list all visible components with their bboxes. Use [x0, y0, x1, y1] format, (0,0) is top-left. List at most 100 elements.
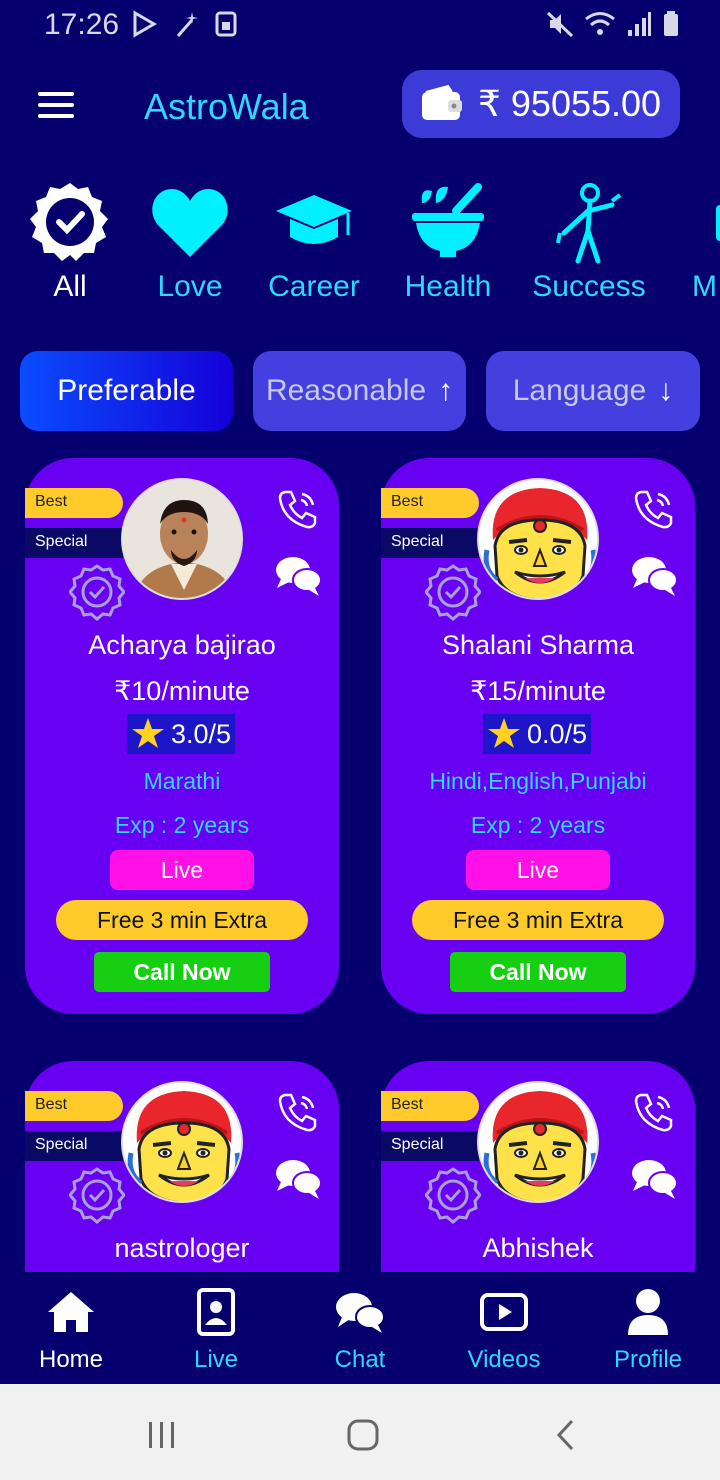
- live-badge[interactable]: Live: [466, 850, 610, 890]
- filter-reasonable[interactable]: Reasonable ↑: [253, 351, 466, 431]
- avatar-cartoon: [479, 1083, 597, 1201]
- profile-icon: [628, 1289, 668, 1335]
- home-button-icon[interactable]: [346, 1418, 380, 1452]
- success-figure-icon: [556, 183, 622, 264]
- special-badge: Special: [25, 1131, 123, 1161]
- wallet-button[interactable]: ₹ 95055.00: [402, 70, 680, 138]
- verified-badge-icon: [425, 1167, 481, 1224]
- astrologer-card[interactable]: Best Special nastrologer: [25, 1061, 339, 1272]
- filter-language[interactable]: Language ↓: [486, 351, 700, 431]
- astrologer-card[interactable]: Best Special Abhishek: [381, 1061, 695, 1272]
- verified-badge-icon: [69, 564, 125, 621]
- verified-badge-icon: [425, 564, 481, 621]
- experience: Exp : 2 years: [114, 812, 250, 838]
- arrow-up-icon: ↑: [438, 374, 454, 407]
- special-badge: Special: [381, 1131, 479, 1161]
- back-icon[interactable]: [554, 1418, 578, 1452]
- status-bar: 17:26: [0, 0, 720, 50]
- avatar-photo: [123, 480, 241, 598]
- chat-bubble-icon[interactable]: [275, 554, 323, 598]
- system-navigation-bar: [0, 1384, 720, 1480]
- status-time: 17:26: [44, 8, 120, 41]
- category-success[interactable]: Success: [532, 176, 646, 304]
- mortar-pestle-icon: [412, 183, 484, 257]
- filter-preferable[interactable]: Preferable: [20, 351, 233, 431]
- app-title: AstroWala: [144, 86, 309, 127]
- astrologer-name: Abhishek: [482, 1233, 594, 1263]
- languages: Hindi,English,Punjabi: [429, 768, 647, 794]
- nav-profile[interactable]: Profile: [588, 1286, 708, 1374]
- phone-call-icon[interactable]: [277, 488, 319, 530]
- star-icon: [132, 718, 164, 748]
- category-career[interactable]: Career: [264, 176, 364, 304]
- nav-home[interactable]: Home: [11, 1286, 131, 1374]
- call-now-button[interactable]: Call Now: [94, 952, 270, 992]
- category-label: All: [53, 270, 87, 303]
- wifi-icon: [585, 12, 615, 35]
- category-more[interactable]: M: [690, 176, 720, 304]
- app-screen: 17:26 AstroWala ₹ 95055.00 All Love Care…: [0, 0, 720, 1480]
- nav-live[interactable]: Live: [156, 1286, 276, 1374]
- avatar: [477, 1081, 599, 1203]
- astrologer-name: nastrologer: [114, 1233, 250, 1263]
- best-badge: Best: [381, 1091, 479, 1121]
- check-badge-icon: [30, 183, 108, 261]
- category-label: Success: [532, 270, 646, 303]
- price-per-minute: ₹10/minute: [114, 676, 250, 706]
- avatar: [477, 478, 599, 600]
- phone-call-icon[interactable]: [633, 488, 675, 530]
- astrologer-card[interactable]: Best Special Acharya bajirao ₹10/minute 3…: [25, 458, 339, 1014]
- phone-call-icon[interactable]: [277, 1091, 319, 1133]
- astrologer-card[interactable]: Best Special Shalani Sharma ₹15/minute 0.…: [381, 458, 695, 1014]
- free-offer-badge: Free 3 min Extra: [412, 900, 664, 940]
- live-icon: [197, 1288, 235, 1336]
- nav-chat[interactable]: Chat: [300, 1286, 420, 1374]
- avatar: [121, 1081, 243, 1203]
- category-health[interactable]: Health: [398, 176, 498, 304]
- recent-apps-icon[interactable]: [146, 1420, 178, 1450]
- heart-icon: [152, 189, 228, 257]
- play-store-icon: [133, 10, 157, 38]
- star-icon: [488, 718, 520, 748]
- category-label: Career: [268, 270, 360, 303]
- magic-wand-icon: [176, 12, 198, 37]
- languages: Marathi: [143, 768, 221, 794]
- live-badge[interactable]: Live: [110, 850, 254, 890]
- arrow-down-icon: ↓: [658, 374, 674, 407]
- verified-badge-icon: [69, 1167, 125, 1224]
- home-icon: [48, 1292, 94, 1332]
- avatar: [121, 478, 243, 600]
- chat-bubble-icon[interactable]: [631, 1157, 679, 1201]
- chat-icon: [336, 1293, 385, 1333]
- rating-value: 3.0/5: [171, 718, 232, 749]
- price-per-minute: ₹15/minute: [470, 676, 606, 706]
- chat-bubble-icon[interactable]: [631, 554, 679, 598]
- avatar-cartoon: [123, 1083, 241, 1201]
- chat-bubble-icon[interactable]: [275, 1157, 323, 1201]
- category-label: Love: [157, 270, 223, 303]
- mute-icon: [546, 11, 574, 38]
- best-badge: Best: [25, 488, 123, 518]
- partial-icon: [716, 205, 720, 241]
- nav-videos[interactable]: Videos: [444, 1286, 564, 1374]
- best-badge: Best: [25, 1091, 123, 1121]
- category-label: M: [692, 270, 717, 303]
- astrologer-name: Shalani Sharma: [441, 630, 635, 660]
- category-love[interactable]: Love: [140, 176, 240, 304]
- experience: Exp : 2 years: [470, 812, 606, 838]
- bottom-navigation: Home Live Chat Videos Profile: [0, 1272, 720, 1384]
- battery-icon: [664, 11, 678, 36]
- phone-call-icon[interactable]: [633, 1091, 675, 1133]
- graduation-cap-icon: [276, 195, 352, 244]
- menu-icon[interactable]: [38, 92, 74, 120]
- category-all[interactable]: All: [20, 176, 120, 304]
- call-now-button[interactable]: Call Now: [450, 952, 626, 992]
- category-label: Health: [404, 270, 492, 303]
- wallet-amount: ₹ 95055.00: [478, 83, 662, 124]
- category-strip: All Love Career Health Success M: [0, 176, 720, 316]
- astrologer-name: Acharya bajirao: [88, 630, 276, 660]
- special-badge: Special: [25, 528, 123, 558]
- avatar-cartoon: [479, 480, 597, 598]
- rating-badge: 3.0/5: [127, 714, 236, 754]
- best-badge: Best: [381, 488, 479, 518]
